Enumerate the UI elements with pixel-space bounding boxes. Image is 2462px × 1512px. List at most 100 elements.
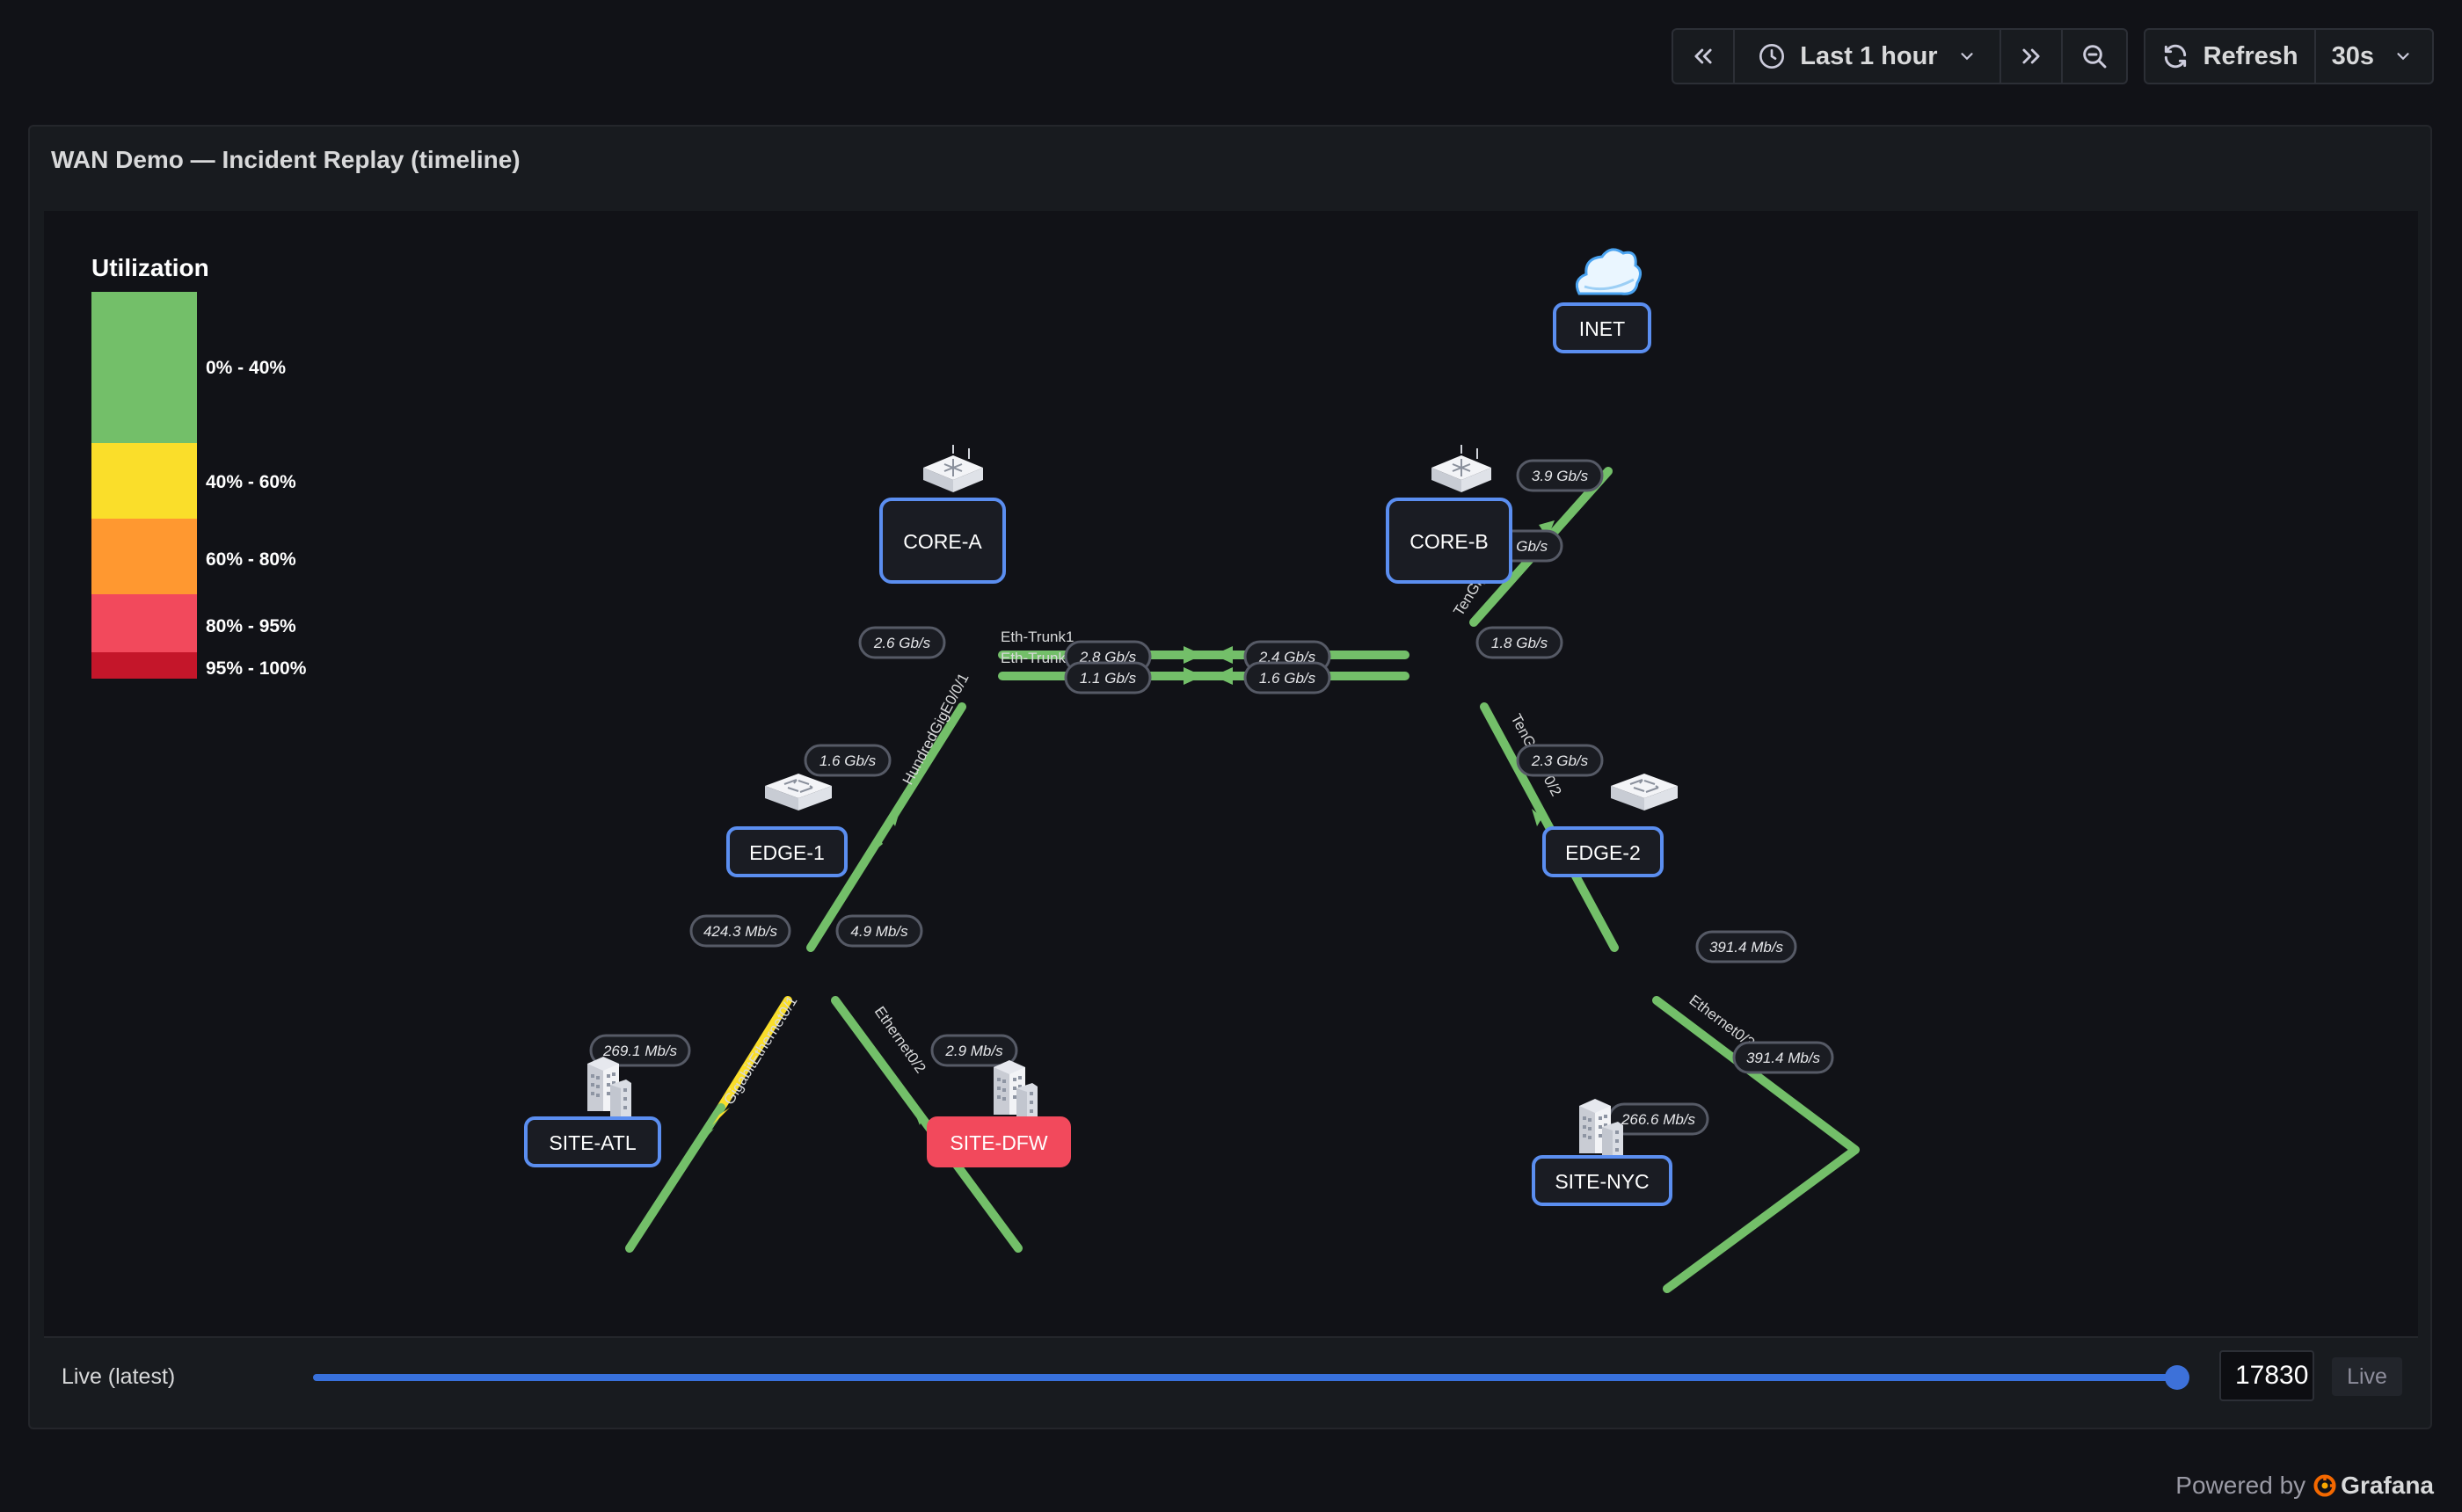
svg-text:EDGE-2: EDGE-2 — [1565, 841, 1641, 864]
svg-text:EDGE-1: EDGE-1 — [749, 841, 825, 864]
node-core-b[interactable]: CORE-B — [1386, 498, 1512, 584]
node-edge-2[interactable]: EDGE-2 — [1542, 826, 1664, 877]
legend-swatch-0-40 — [91, 292, 197, 443]
svg-text:4.9 Mb/s: 4.9 Mb/s — [850, 923, 908, 940]
link-iface-label: HundredGigE0/0/1 — [900, 671, 972, 788]
zoom-out-button[interactable] — [2060, 30, 2126, 83]
bandwidth-pill: 1.6 Gb/s — [1243, 661, 1331, 694]
bandwidth-pill: 424.3 Mb/s — [689, 914, 791, 948]
bandwidth-pill: 2.9 Mb/s — [930, 1034, 1018, 1067]
legend-label: 60% - 80% — [206, 549, 296, 570]
refresh-group: Refresh 30s — [2143, 28, 2434, 84]
zoom-out-icon — [2082, 45, 2107, 69]
bandwidth-pill: 266.6 Mb/s — [1607, 1102, 1709, 1136]
double-chevron-left-icon — [1694, 48, 1712, 64]
svg-text:1.6 Gb/s: 1.6 Gb/s — [819, 752, 877, 769]
legend-label: 0% - 40% — [206, 358, 286, 378]
bandwidth-pill: 1.6 Gb/s — [804, 744, 892, 777]
legend-swatch-40-60 — [91, 443, 197, 519]
bandwidth-pill: 3.9 Gb/s — [1516, 459, 1604, 492]
switch-icon — [764, 773, 833, 811]
time-range-picker[interactable]: Last 1 hour — [1733, 30, 1999, 83]
svg-text:SITE-NYC: SITE-NYC — [1555, 1170, 1649, 1193]
shift-time-forward-button[interactable] — [1999, 30, 2061, 83]
powered-by-text: Powered by — [2175, 1472, 2306, 1499]
shift-time-back-button[interactable] — [1673, 30, 1733, 83]
weathermap-svg: Utilization 0% - 40% 40% - 60% 60% - 80%… — [91, 248, 1860, 1293]
svg-text:SITE-DFW: SITE-DFW — [950, 1131, 1047, 1154]
svg-text:SITE-ATL: SITE-ATL — [549, 1131, 636, 1154]
svg-text:424.3 Mb/s: 424.3 Mb/s — [703, 923, 778, 940]
time-toolbar: Last 1 hour Refresh 30s — [1672, 28, 2434, 84]
chevron-down-icon — [1961, 53, 1973, 61]
timeline-slider-track[interactable] — [313, 1374, 2177, 1381]
bandwidth-pill: 1.8 Gb/s — [1475, 626, 1563, 659]
link-arrow — [1184, 667, 1203, 685]
bandwidth-pill: 2.6 Gb/s — [858, 626, 946, 659]
time-range-group: Last 1 hour — [1672, 28, 2128, 84]
legend-label: 95% - 100% — [206, 658, 307, 679]
router-icon — [922, 444, 984, 493]
panel-title: WAN Demo — Incident Replay (timeline) — [51, 146, 521, 173]
refresh-interval-label: 30s — [2331, 41, 2374, 70]
link-iface-label: GigabitEthernet0/1 — [720, 993, 800, 1108]
svg-text:1.1 Gb/s: 1.1 Gb/s — [1080, 670, 1137, 687]
timeline-slider-thumb[interactable] — [2165, 1365, 2189, 1390]
timeline-label: Live (latest) — [62, 1364, 176, 1389]
utilization-legend: Utilization 0% - 40% 40% - 60% 60% - 80%… — [91, 254, 307, 679]
refresh-icon — [2164, 44, 2186, 69]
bandwidth-pill: 391.4 Mb/s — [1695, 930, 1797, 963]
node-site-atl[interactable]: SITE-ATL — [524, 1116, 661, 1167]
refresh-interval-picker[interactable]: 30s — [2313, 30, 2432, 83]
legend-swatch-80-95 — [91, 594, 197, 652]
clock-icon — [1759, 44, 1785, 69]
svg-text:3.9 Gb/s: 3.9 Gb/s — [1532, 468, 1589, 484]
bandwidth-pill: 1.1 Gb/s — [1064, 661, 1152, 694]
legend-label: 80% - 95% — [206, 616, 296, 636]
svg-text:CORE-A: CORE-A — [903, 530, 982, 553]
node-edge-1[interactable]: EDGE-1 — [726, 826, 848, 877]
legend-swatch-60-80 — [91, 519, 197, 594]
time-range-label: Last 1 hour — [1800, 41, 1938, 70]
live-button[interactable]: Live — [2332, 1357, 2402, 1396]
bandwidth-pill: 391.4 Mb/s — [1732, 1041, 1834, 1074]
svg-text:1.8 Gb/s: 1.8 Gb/s — [1491, 635, 1548, 651]
timestamp-input[interactable]: 17830 — [2219, 1350, 2314, 1401]
refresh-button[interactable]: Refresh — [2145, 30, 2314, 83]
grafana-link[interactable]: Grafana — [2313, 1472, 2434, 1500]
svg-text:2.6 Gb/s: 2.6 Gb/s — [873, 635, 931, 651]
svg-text:269.1 Mb/s: 269.1 Mb/s — [602, 1043, 678, 1059]
grafana-logo-icon — [2313, 1474, 2336, 1497]
link-corea-coreb-2[interactable] — [998, 667, 1409, 685]
legend-swatch-95-100 — [91, 652, 197, 679]
weathermap-canvas: Utilization 0% - 40% 40% - 60% 60% - 80%… — [44, 211, 2418, 1336]
link-arrow — [1184, 646, 1203, 664]
svg-text:1.6 Gb/s: 1.6 Gb/s — [1259, 670, 1316, 687]
node-site-dfw[interactable]: SITE-DFW — [927, 1116, 1071, 1167]
building-icon — [994, 1060, 1038, 1120]
cloud-icon — [1575, 248, 1642, 295]
legend-label: 40% - 60% — [206, 472, 296, 492]
node-inet[interactable]: INET — [1553, 302, 1651, 353]
router-icon — [1431, 444, 1492, 493]
legend-title: Utilization — [91, 254, 209, 281]
node-site-nyc[interactable]: SITE-NYC — [1532, 1155, 1672, 1206]
link-iface-label: Eth-Trunk2 — [1001, 650, 1074, 666]
bandwidth-pill: 2.3 Gb/s — [1516, 744, 1604, 777]
svg-text:2.3 Gb/s: 2.3 Gb/s — [1531, 752, 1589, 769]
powered-by-footer: Powered by Grafana — [2175, 1472, 2434, 1500]
chevron-down-icon — [2397, 53, 2409, 61]
grafana-brand-text: Grafana — [2341, 1472, 2434, 1499]
svg-text:266.6 Mb/s: 266.6 Mb/s — [1621, 1111, 1696, 1128]
node-core-a[interactable]: CORE-A — [879, 498, 1006, 584]
refresh-label: Refresh — [2203, 41, 2298, 70]
svg-text:2.9 Mb/s: 2.9 Mb/s — [944, 1043, 1003, 1059]
switch-icon — [1610, 773, 1679, 811]
svg-text:CORE-B: CORE-B — [1409, 530, 1488, 553]
timeline-bar: Live (latest) 17830 Live — [44, 1336, 2418, 1415]
bandwidth-pill: 4.9 Mb/s — [835, 914, 923, 948]
link-arrow — [1213, 667, 1233, 685]
double-chevron-right-icon — [2022, 48, 2040, 64]
svg-text:391.4 Mb/s: 391.4 Mb/s — [1746, 1050, 1821, 1066]
link-iface-label: Eth-Trunk1 — [1001, 629, 1074, 645]
